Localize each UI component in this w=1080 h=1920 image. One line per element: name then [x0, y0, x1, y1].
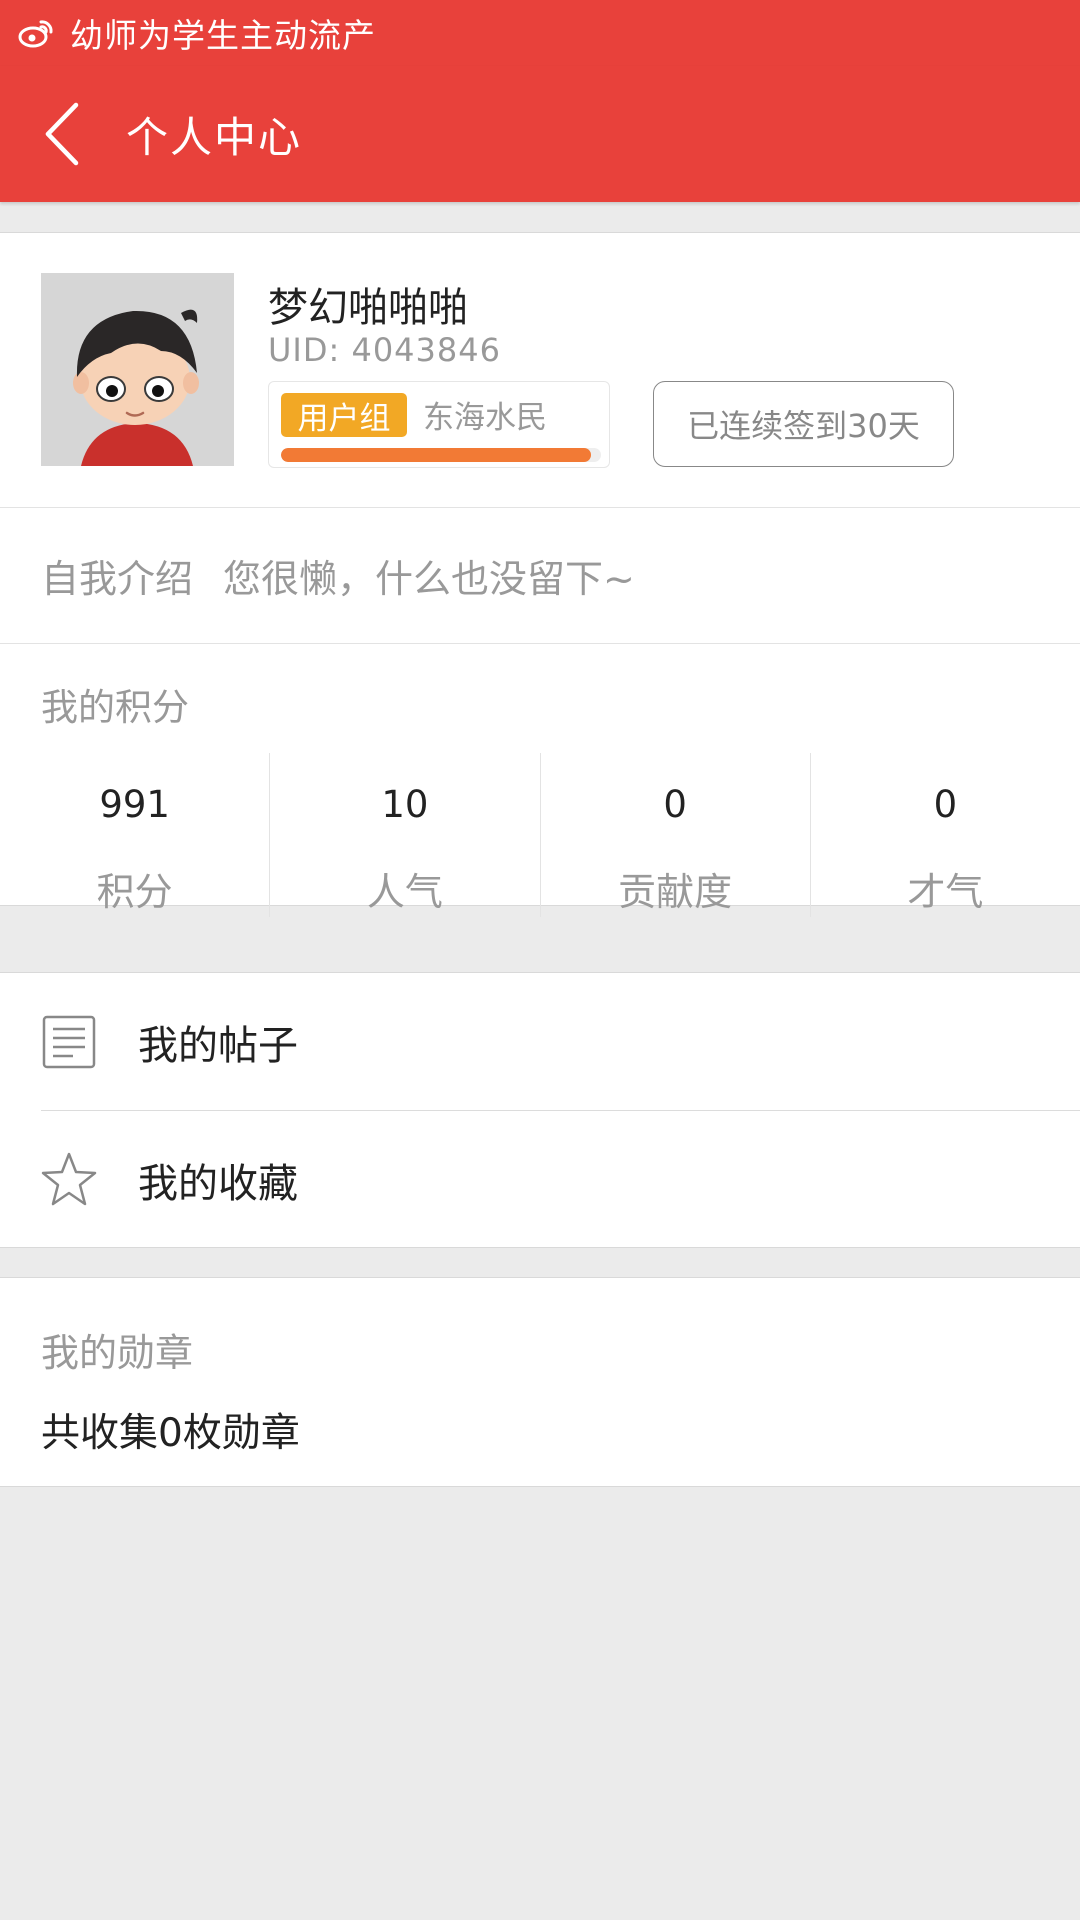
- username: 梦幻啪啪啪: [268, 285, 468, 331]
- user-group-progress-fill: [281, 448, 592, 462]
- document-icon: [40, 1013, 98, 1071]
- medals-card: 我的勋章 共收集0枚勋章: [0, 1277, 1080, 1487]
- menu-item-my-favorites[interactable]: 我的收藏: [0, 1111, 1080, 1248]
- stat-value: 0: [933, 783, 958, 826]
- status-bar: 幼师为学生主动流产: [0, 0, 1080, 66]
- star-icon: [40, 1151, 98, 1209]
- stat-value: 10: [381, 783, 429, 826]
- menu-item-label: 我的帖子: [138, 1022, 298, 1069]
- points-section-title: 我的积分: [41, 686, 189, 729]
- user-uid: UID: 4043846: [268, 331, 501, 369]
- back-chevron-icon: [45, 102, 79, 166]
- stat-label: 积分: [96, 870, 173, 914]
- stat-points[interactable]: 991 积分: [0, 753, 271, 917]
- stat-value: 0: [663, 783, 687, 826]
- self-intro-text: 您很懒，什么也没留下~: [223, 557, 635, 601]
- profile-card: 梦幻啪啪啪 UID: 4043846 用户组 东海水民 已连续签到30天 自我介…: [0, 232, 1080, 917]
- user-group-badge: 用户组: [281, 393, 407, 437]
- status-notification-text[interactable]: 幼师为学生主动流产: [70, 9, 376, 57]
- header-bar: 个人中心: [0, 66, 1080, 202]
- medals-summary[interactable]: 共收集0枚勋章: [41, 1402, 300, 1458]
- stat-label: 人气: [366, 870, 443, 914]
- weibo-icon: [18, 20, 53, 48]
- menu-item-label: 我的收藏: [138, 1160, 298, 1207]
- avatar-image: [41, 273, 234, 466]
- stat-label: 贡献度: [618, 870, 733, 914]
- user-group-progress-bar: [281, 448, 601, 462]
- user-group-box: 用户组 东海水民: [268, 381, 610, 468]
- menu-card: 我的帖子 我的收藏: [0, 972, 1080, 1248]
- user-group-name: 东海水民: [423, 400, 547, 436]
- medals-section-title: 我的勋章: [41, 1331, 194, 1375]
- stat-talent[interactable]: 0 才气: [811, 753, 1080, 917]
- signin-streak-button[interactable]: 已连续签到30天: [653, 381, 954, 467]
- stat-popularity[interactable]: 10 人气: [270, 753, 541, 917]
- self-intro-row[interactable]: 自我介绍 您很懒，什么也没留下~: [0, 507, 1080, 644]
- points-stats: 991 积分 10 人气 0 贡献度 0 才气: [0, 753, 1080, 917]
- back-button[interactable]: [32, 94, 92, 174]
- avatar[interactable]: [41, 273, 234, 466]
- menu-item-my-posts[interactable]: 我的帖子: [0, 973, 1080, 1110]
- stat-contribution[interactable]: 0 贡献度: [541, 753, 811, 917]
- stat-label: 才气: [907, 870, 984, 914]
- self-intro-label: 自我介绍: [41, 557, 194, 601]
- stat-value: 991: [99, 783, 170, 826]
- page-title: 个人中心: [126, 112, 303, 162]
